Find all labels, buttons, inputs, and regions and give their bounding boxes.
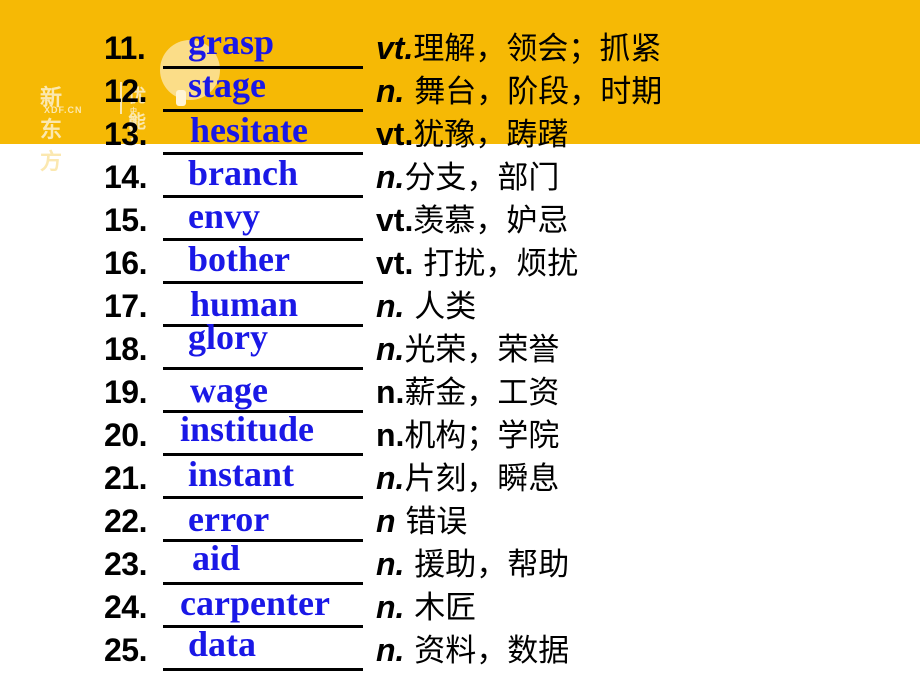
item-number: 12. xyxy=(104,73,147,109)
chinese-meaning: 理解，领会；抓紧 xyxy=(413,31,662,67)
answer-word: envy xyxy=(188,196,260,236)
item-number: 21. xyxy=(104,460,147,496)
vocab-item: 21. instant n.片刻，瞬息 xyxy=(0,454,920,501)
item-number: 13. xyxy=(104,116,147,152)
item-number: 11. xyxy=(104,30,146,66)
part-of-speech: n. xyxy=(376,417,405,453)
vocab-item: 16. bother vt. 打扰，烦扰 xyxy=(0,239,920,286)
chinese-meaning: 分支，部门 xyxy=(404,160,560,196)
definition: n. 援助，帮助 xyxy=(376,544,569,585)
answer-word: carpenter xyxy=(180,583,330,623)
definition: n. 资料，数据 xyxy=(376,630,569,671)
part-of-speech: n. xyxy=(376,546,405,582)
definition: vt.犹豫，踌躇 xyxy=(376,114,568,155)
vocab-item: 23. aid n. 援助，帮助 xyxy=(0,538,920,587)
vocab-item: 12. stage n. 舞台，阶段，时期 xyxy=(0,65,920,114)
part-of-speech: n. xyxy=(376,632,405,668)
item-number: 19. xyxy=(104,374,147,410)
definition: vt.羡慕，妒忌 xyxy=(376,200,568,241)
chinese-meaning: 错误 xyxy=(395,504,468,540)
part-of-speech: vt. xyxy=(376,30,414,66)
vocab-item: 11. grasp vt.理解，领会；抓紧 xyxy=(0,22,920,71)
item-number: 18. xyxy=(104,331,147,367)
vocab-item: 15. envy vt.羡慕，妒忌 xyxy=(0,196,920,243)
definition: n.光荣，荣誉 xyxy=(376,329,559,370)
part-of-speech: n xyxy=(376,503,396,539)
chinese-meaning: 光荣，荣誉 xyxy=(404,332,560,368)
part-of-speech: n. xyxy=(376,460,405,496)
definition: n.分支，部门 xyxy=(376,157,559,198)
definition: n 错误 xyxy=(376,501,467,542)
answer-word: error xyxy=(188,499,270,539)
vocab-item: 24. carpenter n. 木匠 xyxy=(0,583,920,630)
definition: n. 舞台，阶段，时期 xyxy=(376,71,662,112)
item-number: 22. xyxy=(104,503,147,539)
item-number: 16. xyxy=(104,245,147,281)
part-of-speech: n. xyxy=(376,374,405,410)
chinese-meaning: 羡慕，妒忌 xyxy=(413,203,569,239)
item-number: 15. xyxy=(104,202,147,238)
item-number: 20. xyxy=(104,417,147,453)
answer-word: branch xyxy=(188,153,299,193)
part-of-speech: n. xyxy=(376,73,405,109)
chinese-meaning: 打扰，烦扰 xyxy=(413,246,579,282)
chinese-meaning: 机构；学院 xyxy=(404,418,560,454)
part-of-speech: n. xyxy=(376,589,405,625)
item-number: 17. xyxy=(104,288,147,324)
vocab-item: 14. branch n.分支，部门 xyxy=(0,153,920,200)
item-number: 23. xyxy=(104,546,147,582)
vocab-item: 17. human n. 人类 xyxy=(0,284,920,329)
part-of-speech: n. xyxy=(376,159,405,195)
part-of-speech: vt. xyxy=(376,202,414,238)
vocab-item: 25. data n. 资料，数据 xyxy=(0,624,920,673)
vocab-item: 19. wage n.薪金，工资 xyxy=(0,370,920,415)
answer-word: stage xyxy=(188,65,266,105)
part-of-speech: n. xyxy=(376,288,405,324)
answer-blank-line xyxy=(163,668,363,671)
definition: vt.理解，领会；抓紧 xyxy=(376,28,661,69)
chinese-meaning: 人类 xyxy=(404,289,477,325)
definition: n. 木匠 xyxy=(376,587,476,628)
part-of-speech: n. xyxy=(376,331,405,367)
answer-word: wage xyxy=(190,370,268,410)
chinese-meaning: 犹豫，踌躇 xyxy=(413,117,569,153)
definition: n.片刻，瞬息 xyxy=(376,458,559,499)
chinese-meaning: 援助，帮助 xyxy=(404,547,570,583)
item-number: 24. xyxy=(104,589,147,625)
definition: n.薪金，工资 xyxy=(376,372,559,413)
chinese-meaning: 资料，数据 xyxy=(404,633,570,669)
definition: n. 人类 xyxy=(376,286,476,327)
answer-word: bother xyxy=(188,239,290,279)
answer-word: aid xyxy=(192,538,241,578)
chinese-meaning: 木匠 xyxy=(404,590,477,626)
part-of-speech: vt. xyxy=(376,116,414,152)
vocab-item: 13. hesitate vt.犹豫，踌躇 xyxy=(0,110,920,157)
answer-word: data xyxy=(188,624,257,664)
chinese-meaning: 舞台，阶段，时期 xyxy=(404,74,663,110)
chinese-meaning: 片刻，瞬息 xyxy=(404,461,560,497)
answer-word: hesitate xyxy=(190,110,308,150)
vocab-item: 22. error n 错误 xyxy=(0,499,920,544)
item-number: 14. xyxy=(104,159,147,195)
answer-word: institude xyxy=(180,409,315,449)
definition: vt. 打扰，烦扰 xyxy=(376,243,578,284)
definition: n.机构；学院 xyxy=(376,415,559,456)
part-of-speech: vt. xyxy=(376,245,414,281)
vocab-item: 20. institude n.机构；学院 xyxy=(0,409,920,458)
answer-word: grasp xyxy=(188,22,275,62)
answer-word: instant xyxy=(188,454,295,494)
vocab-item: 18. glory n.光荣，荣誉 xyxy=(0,317,920,372)
item-number: 25. xyxy=(104,632,147,668)
answer-word: glory xyxy=(188,317,268,357)
chinese-meaning: 薪金，工资 xyxy=(404,375,560,411)
